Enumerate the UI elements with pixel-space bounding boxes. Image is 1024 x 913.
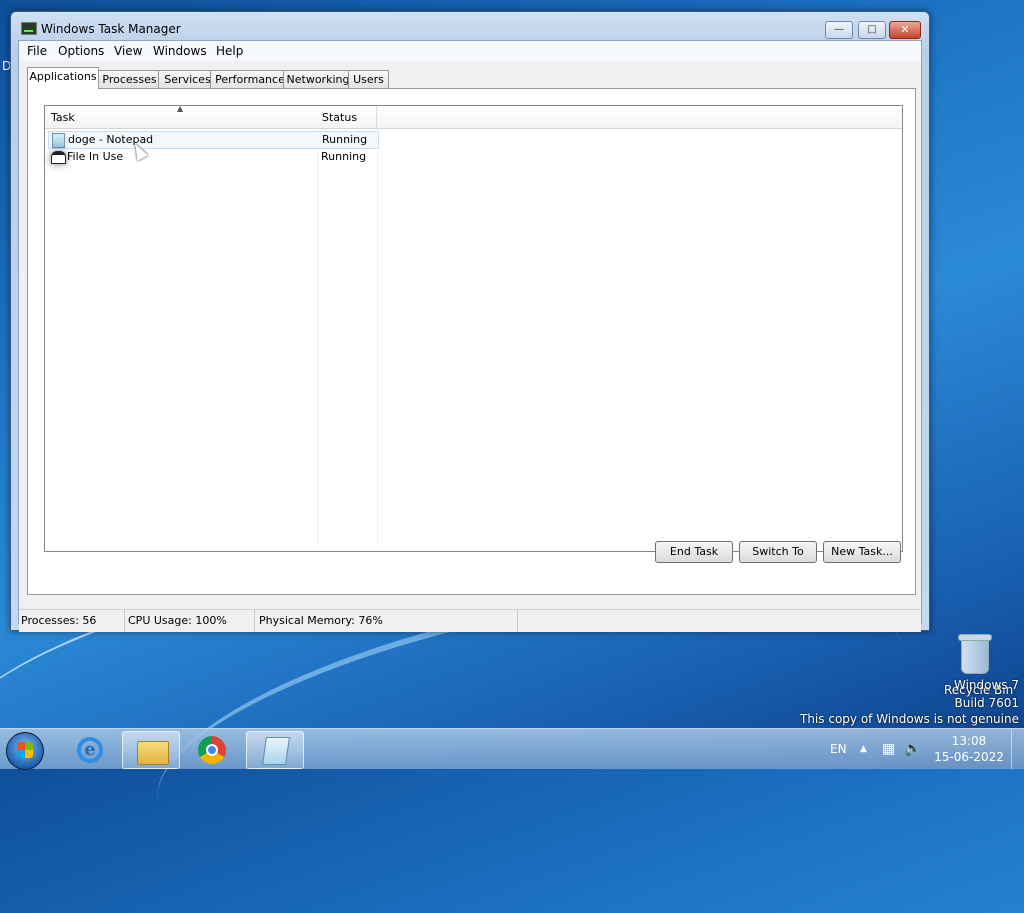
network-icon[interactable]: ▦ [882, 729, 895, 769]
clock-date: 15-06-2022 [934, 750, 1004, 764]
show-hidden-icons-icon[interactable]: ▲ [860, 729, 867, 769]
recycle-bin-icon[interactable] [956, 632, 992, 676]
minimize-button[interactable]: — [825, 21, 853, 39]
menu-bar: File Options View Windows Help [19, 41, 921, 61]
tab-networking[interactable]: Networking [283, 70, 353, 88]
menu-view[interactable]: View [114, 44, 142, 58]
maximize-icon: □ [867, 24, 877, 35]
task-status: Running [322, 133, 368, 146]
column-header-status[interactable]: Status [317, 106, 377, 129]
taskbar-windows-explorer[interactable] [122, 731, 180, 769]
column-header-status-label: Status [322, 111, 358, 124]
tab-processes[interactable]: Processes [98, 70, 161, 88]
sort-ascending-icon: ▲ [177, 104, 184, 113]
tab-users[interactable]: Users [348, 70, 389, 88]
task-status: Running [321, 150, 367, 163]
internet-explorer-icon: e [77, 737, 103, 763]
status-cpu-usage: CPU Usage: 100% [126, 610, 255, 632]
watermark-line: Windows 7 [953, 678, 1019, 692]
window-title: Windows Task Manager [41, 22, 181, 36]
taskbar-google-chrome[interactable] [183, 731, 239, 767]
taskbar-notepad[interactable] [246, 731, 304, 769]
notepad-icon [52, 133, 65, 148]
status-bar: Processes: 56 CPU Usage: 100% Physical M… [19, 609, 921, 632]
tab-services[interactable]: Services [158, 70, 217, 88]
folder-icon [137, 741, 169, 765]
close-button[interactable]: ✕ [889, 21, 921, 39]
maximize-button[interactable]: □ [858, 21, 886, 39]
task-list[interactable]: ▲ Task Status doge - Notepad Running Fil… [44, 104, 903, 552]
taskbar-internet-explorer[interactable]: e [61, 731, 117, 767]
column-divider [377, 129, 378, 545]
applications-panel: ▲ Task Status doge - Notepad Running Fil… [27, 88, 916, 595]
watermark-line: Build 7601 [954, 696, 1019, 710]
task-manager-window: Windows Task Manager — □ ✕ File Options … [10, 11, 930, 632]
close-icon: ✕ [900, 23, 910, 36]
clock-time: 13:08 [951, 734, 987, 748]
notepad-icon [262, 737, 290, 765]
language-indicator[interactable]: EN [830, 729, 847, 769]
column-header-task-label: Task [51, 111, 75, 124]
title-bar[interactable]: Windows Task Manager — □ ✕ [11, 12, 929, 40]
clock[interactable]: 13:08 15-06-2022 [930, 733, 1008, 765]
watermark-line: This copy of Windows is not genuine [800, 712, 1019, 726]
column-header-empty [377, 106, 902, 129]
taskbar: e EN ▲ ▦ 🔈 13:08 15-06-2022 [0, 728, 1024, 770]
menu-help[interactable]: Help [216, 44, 243, 58]
volume-icon[interactable]: 🔈 [904, 729, 921, 769]
recycle-bin-lid [958, 634, 992, 641]
task-manager-icon [21, 22, 37, 35]
tab-applications[interactable]: Applications [27, 67, 99, 89]
end-task-button[interactable]: End Task [655, 541, 733, 563]
menu-options[interactable]: Options [58, 44, 104, 58]
column-divider [317, 129, 318, 545]
task-name: File In Use [67, 150, 124, 163]
window-client-area: File Options View Windows Help Applicati… [18, 40, 922, 632]
menu-windows[interactable]: Windows [153, 44, 207, 58]
switch-to-button[interactable]: Switch To [739, 541, 817, 563]
recycle-bin-body [961, 638, 989, 674]
table-row[interactable]: File In Use Running [48, 149, 377, 165]
new-task-button[interactable]: New Task... [823, 541, 901, 563]
table-row[interactable]: doge - Notepad Running [48, 131, 379, 149]
show-desktop-button[interactable] [1011, 729, 1024, 769]
tab-performance[interactable]: Performance [210, 70, 290, 88]
start-button[interactable] [6, 732, 44, 770]
chrome-icon [198, 736, 226, 764]
menu-file[interactable]: File [27, 44, 47, 58]
column-header-task[interactable]: ▲ Task [45, 104, 324, 129]
minimize-icon: — [834, 24, 844, 35]
window-icon [51, 151, 66, 164]
status-processes: Processes: 56 [19, 610, 125, 632]
status-physical-memory: Physical Memory: 76% [257, 610, 518, 632]
